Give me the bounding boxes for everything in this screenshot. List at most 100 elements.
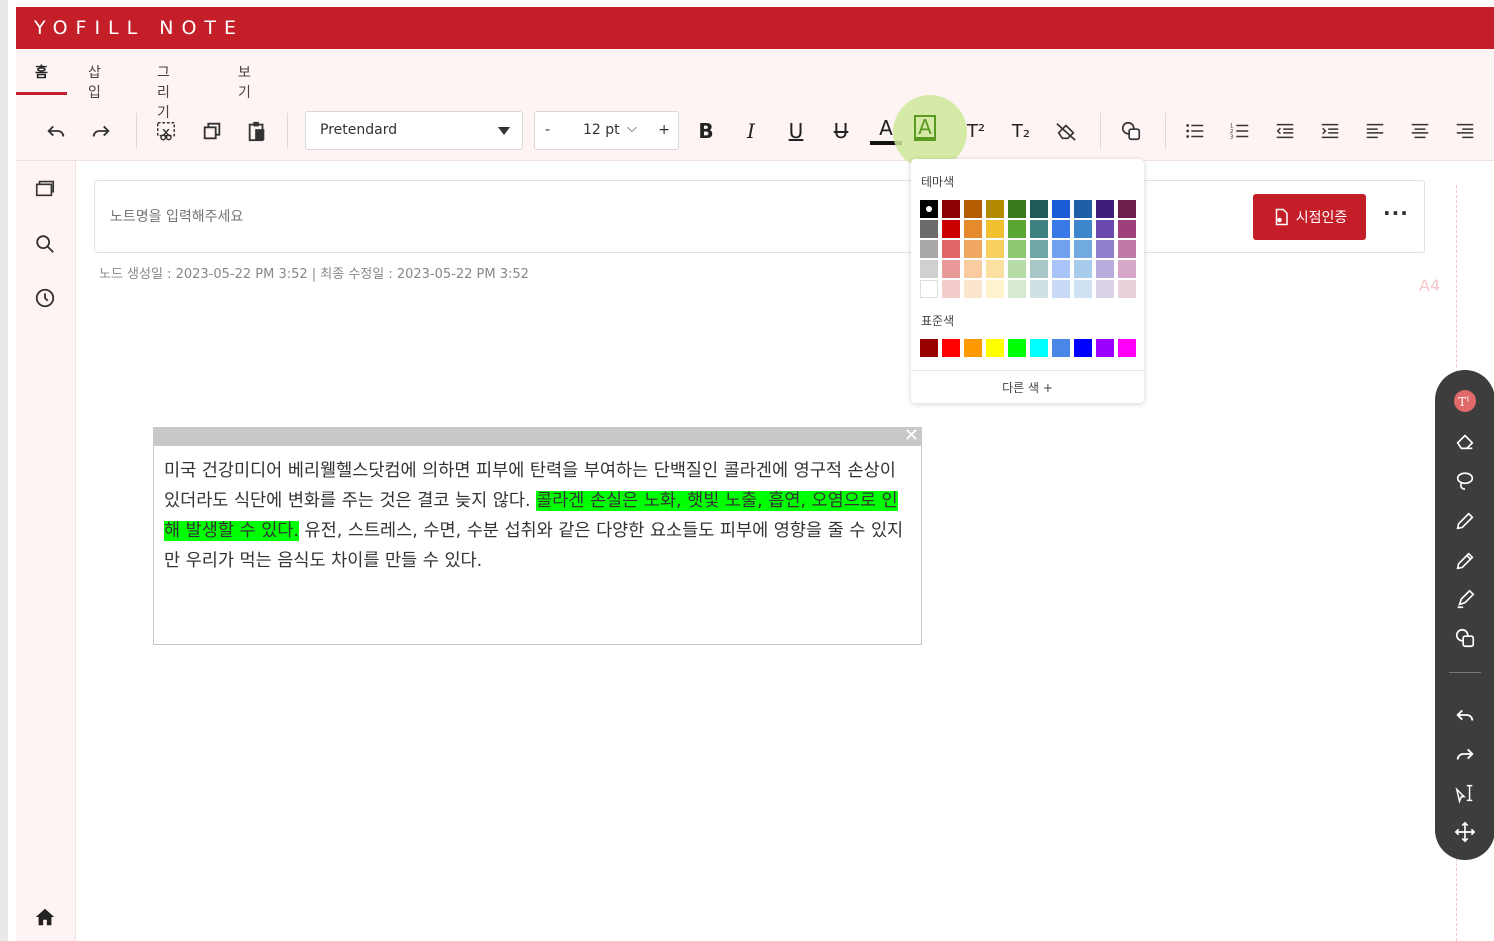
- color-swatch[interactable]: [1052, 280, 1070, 298]
- color-swatch[interactable]: [964, 220, 982, 238]
- color-swatch[interactable]: [1118, 220, 1136, 238]
- more-colors-button[interactable]: 다른 색 +: [911, 370, 1144, 403]
- color-swatch[interactable]: [986, 339, 1004, 357]
- color-swatch[interactable]: [964, 200, 982, 218]
- clear-format-button[interactable]: [1050, 115, 1082, 147]
- color-swatch[interactable]: [920, 240, 938, 258]
- eraser-tool-button[interactable]: [1452, 428, 1478, 454]
- color-swatch[interactable]: [1008, 339, 1026, 357]
- close-icon[interactable]: ✕: [904, 425, 919, 446]
- color-swatch[interactable]: [1096, 339, 1114, 357]
- color-swatch[interactable]: [1052, 200, 1070, 218]
- color-swatch[interactable]: [1074, 240, 1092, 258]
- color-swatch[interactable]: [920, 280, 938, 298]
- home-button[interactable]: [32, 904, 58, 930]
- color-swatch[interactable]: [1052, 220, 1070, 238]
- cut-button[interactable]: [150, 115, 182, 147]
- font-family-select[interactable]: Pretendard: [305, 111, 523, 150]
- search-button[interactable]: [32, 231, 58, 257]
- color-swatch[interactable]: [964, 280, 982, 298]
- color-swatch[interactable]: [1030, 240, 1048, 258]
- color-swatch[interactable]: [1118, 339, 1136, 357]
- chevron-down-icon[interactable]: ⌵: [627, 121, 637, 136]
- color-swatch[interactable]: [986, 220, 1004, 238]
- color-swatch[interactable]: [1118, 280, 1136, 298]
- color-swatch[interactable]: [1096, 280, 1114, 298]
- bold-button[interactable]: B: [690, 115, 722, 147]
- lasso-tool-button[interactable]: [1452, 468, 1478, 494]
- tab-draw[interactable]: 그리기: [157, 62, 170, 122]
- font-size-increase-button[interactable]: +: [658, 122, 670, 138]
- outdent-button[interactable]: [1269, 115, 1301, 147]
- color-swatch[interactable]: [1030, 220, 1048, 238]
- redo-button[interactable]: [85, 115, 117, 147]
- color-swatch[interactable]: [1008, 240, 1026, 258]
- color-swatch[interactable]: [1030, 200, 1048, 218]
- color-swatch[interactable]: [1096, 200, 1114, 218]
- color-swatch[interactable]: [964, 339, 982, 357]
- italic-button[interactable]: I: [735, 115, 767, 147]
- color-swatch[interactable]: [1074, 260, 1092, 278]
- text-box-content[interactable]: 미국 건강미디어 베리웰헬스닷컴에 의하면 피부에 탄력을 부여하는 단백질인 …: [164, 456, 904, 576]
- history-button[interactable]: [32, 285, 58, 311]
- timestamp-certify-button[interactable]: 시점인증: [1253, 194, 1366, 240]
- color-swatch[interactable]: [920, 220, 938, 238]
- tab-home[interactable]: 홈: [35, 62, 48, 82]
- color-swatch[interactable]: [1030, 280, 1048, 298]
- more-options-button[interactable]: ···: [1383, 201, 1409, 225]
- move-tool-button[interactable]: [1452, 819, 1478, 845]
- color-swatch[interactable]: [1008, 220, 1026, 238]
- color-swatch[interactable]: [1118, 200, 1136, 218]
- color-swatch[interactable]: [920, 200, 938, 218]
- color-swatch[interactable]: [1030, 260, 1048, 278]
- color-swatch[interactable]: [964, 240, 982, 258]
- color-swatch[interactable]: [1052, 339, 1070, 357]
- align-right-button[interactable]: [1449, 115, 1481, 147]
- color-swatch[interactable]: [1096, 260, 1114, 278]
- shape-button[interactable]: [1115, 115, 1147, 147]
- numbered-list-button[interactable]: 123: [1224, 115, 1256, 147]
- color-swatch[interactable]: [964, 260, 982, 278]
- color-swatch[interactable]: [942, 200, 960, 218]
- color-swatch[interactable]: [1118, 260, 1136, 278]
- text-box[interactable]: ✕ 미국 건강미디어 베리웰헬스닷컴에 의하면 피부에 탄력을 부여하는 단백질…: [153, 425, 922, 645]
- subscript-button[interactable]: T₂: [1005, 115, 1037, 147]
- color-swatch[interactable]: [1096, 240, 1114, 258]
- color-swatch[interactable]: [1008, 280, 1026, 298]
- color-swatch[interactable]: [942, 280, 960, 298]
- copy-button[interactable]: [196, 115, 228, 147]
- color-swatch[interactable]: [1052, 260, 1070, 278]
- color-swatch[interactable]: [986, 280, 1004, 298]
- color-swatch[interactable]: [1074, 200, 1092, 218]
- pages-button[interactable]: [32, 175, 58, 201]
- align-center-button[interactable]: [1404, 115, 1436, 147]
- strikethrough-button[interactable]: U: [825, 115, 857, 147]
- tab-view[interactable]: 보기: [238, 62, 251, 102]
- color-swatch[interactable]: [920, 339, 938, 357]
- color-swatch[interactable]: [1008, 260, 1026, 278]
- select-text-tool-button[interactable]: [1452, 780, 1478, 806]
- color-swatch[interactable]: [1074, 280, 1092, 298]
- color-swatch[interactable]: [942, 260, 960, 278]
- color-swatch[interactable]: [1074, 220, 1092, 238]
- text-box-drag-handle[interactable]: ✕: [154, 425, 921, 446]
- color-swatch[interactable]: [986, 240, 1004, 258]
- color-swatch[interactable]: [942, 240, 960, 258]
- color-swatch[interactable]: [1052, 240, 1070, 258]
- color-swatch[interactable]: [986, 260, 1004, 278]
- color-swatch[interactable]: [1074, 339, 1092, 357]
- bullet-list-button[interactable]: [1179, 115, 1211, 147]
- highlight-color-button[interactable]: A: [914, 115, 936, 141]
- text-tool-button[interactable]: TI: [1452, 388, 1478, 414]
- indent-button[interactable]: [1314, 115, 1346, 147]
- tab-insert[interactable]: 삽입: [88, 62, 101, 102]
- highlighter-tool-button[interactable]: [1452, 586, 1478, 612]
- draw-redo-button[interactable]: [1452, 741, 1478, 767]
- color-swatch[interactable]: [920, 260, 938, 278]
- font-size-value[interactable]: 12 pt: [583, 122, 620, 138]
- paste-button[interactable]: [241, 115, 273, 147]
- draw-undo-button[interactable]: [1452, 702, 1478, 728]
- color-swatch[interactable]: [986, 200, 1004, 218]
- undo-button[interactable]: [40, 115, 72, 147]
- color-swatch[interactable]: [942, 220, 960, 238]
